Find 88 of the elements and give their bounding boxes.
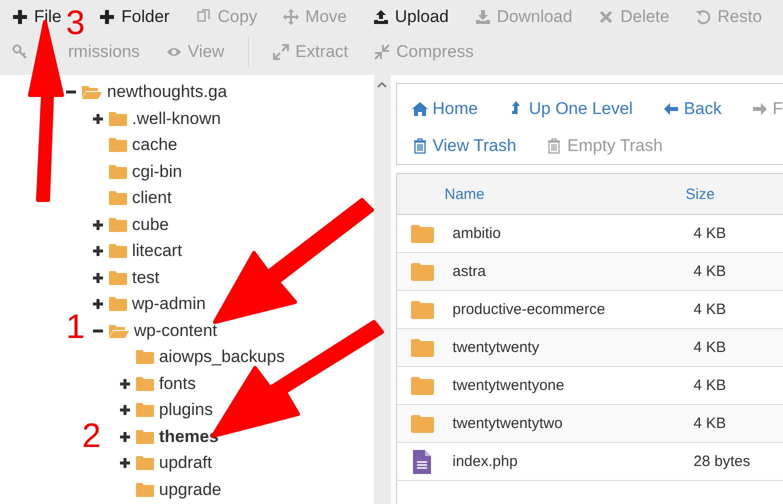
folder-icon	[136, 349, 154, 366]
compress-arrows-icon	[374, 44, 390, 60]
table-row[interactable]: astra 4 KB	[396, 253, 783, 291]
trash-icon	[412, 138, 428, 154]
column-header[interactable]: Name	[396, 186, 686, 202]
upload-icon	[372, 9, 389, 25]
expand-arrows-icon	[273, 44, 290, 60]
file-size: 4 KB	[692, 339, 728, 356]
plus-icon	[12, 9, 28, 25]
folder-icon	[109, 270, 127, 286]
copy-icon	[196, 9, 212, 25]
tree-item[interactable]: cgi-bin	[132, 162, 182, 182]
download-icon	[474, 9, 491, 25]
folder-icon	[136, 376, 154, 392]
move-icon	[283, 9, 300, 25]
tree-item[interactable]: wp-content	[134, 320, 218, 341]
folder-icon	[109, 296, 127, 312]
left-arrow-icon	[662, 100, 679, 116]
tree-item[interactable]: cache	[132, 135, 178, 156]
tree-item[interactable]: aiowps_backups	[159, 347, 285, 368]
tree-item[interactable]: fonts	[159, 374, 196, 394]
tree-item[interactable]: litecart	[132, 241, 182, 262]
tree-item[interactable]: updraft	[159, 453, 212, 474]
tree-item[interactable]: plugins	[159, 400, 213, 420]
file-name: astra	[452, 263, 486, 280]
right-arrow-icon	[752, 100, 768, 116]
annotation-number: 2	[82, 419, 101, 453]
tree-item[interactable]: cube	[132, 214, 169, 235]
plus-icon	[99, 9, 116, 25]
expand-icon[interactable]	[120, 378, 130, 389]
column-header[interactable]: Size	[686, 186, 783, 202]
folder-icon	[109, 216, 127, 233]
file-size: 4 KB	[692, 225, 728, 242]
expand-icon[interactable]	[120, 405, 130, 416]
expand-icon[interactable]	[93, 220, 103, 230]
folder-icon	[109, 137, 127, 154]
folder-icon	[109, 164, 127, 180]
file-size: 4 KB	[692, 415, 728, 432]
file-size: 4 KB	[692, 377, 728, 394]
file-name: index.php	[452, 453, 518, 470]
folder-icon	[136, 455, 154, 472]
file-name: ambitio	[452, 225, 501, 242]
open-folder-icon	[109, 322, 129, 339]
folder-icon	[136, 482, 154, 498]
tree-item[interactable]: upgrade	[159, 480, 222, 500]
expand-icon[interactable]	[93, 246, 103, 256]
file-name: twentytwentytwo	[452, 415, 563, 432]
folder-icon	[136, 402, 154, 418]
expand-icon[interactable]	[120, 458, 130, 468]
table-row[interactable]: twentytwentytwo 4 KB	[396, 405, 783, 443]
tree-item[interactable]: client	[132, 188, 172, 208]
expand-icon[interactable]	[93, 114, 103, 124]
file-name: twentytwentyone	[452, 377, 564, 394]
chevron-up-icon[interactable]	[377, 81, 388, 88]
tree-item[interactable]: themes	[159, 426, 219, 447]
scrollbar[interactable]	[374, 75, 390, 504]
table-row[interactable]: twentytwenty 4 KB	[396, 329, 783, 367]
close-icon	[598, 9, 614, 25]
nav-button[interactable]: View Trash	[412, 136, 516, 156]
toolbar-button[interactable]: Folder	[97, 5, 172, 29]
key-icon	[12, 44, 28, 60]
undo-icon	[695, 9, 712, 25]
nav-button[interactable]: Home	[412, 98, 478, 118]
annotation-number: 3	[66, 6, 85, 40]
tree-item[interactable]: newthoughts.ga	[107, 82, 228, 102]
annotation-number: 1	[66, 310, 85, 344]
tree-item[interactable]: wp-admin	[132, 294, 206, 314]
folder-icon	[109, 243, 127, 260]
folder-icon	[136, 428, 154, 445]
folder-icon	[109, 190, 127, 206]
file-size: 4 KB	[692, 301, 728, 318]
expand-icon[interactable]	[93, 272, 103, 283]
tree-item[interactable]: test	[132, 268, 160, 288]
file-name: twentytwenty	[452, 339, 540, 356]
expand-icon[interactable]	[93, 299, 103, 310]
file-size: 4 KB	[692, 263, 728, 280]
trash-icon	[546, 138, 562, 154]
home-icon	[412, 100, 428, 116]
open-folder-icon	[82, 84, 102, 100]
nav-button[interactable]: Up One Level	[508, 98, 633, 118]
file-name: productive-ecommerce	[452, 301, 606, 318]
file-size: 28 bytes	[692, 453, 752, 470]
toolbar-button[interactable]: File	[10, 5, 64, 29]
toolbar-button[interactable]: Upload	[370, 5, 451, 29]
nav-button[interactable]: Back	[662, 98, 722, 118]
tree-item[interactable]: .well-known	[132, 108, 221, 129]
folder-icon	[109, 110, 127, 127]
expand-icon[interactable]	[120, 432, 130, 442]
